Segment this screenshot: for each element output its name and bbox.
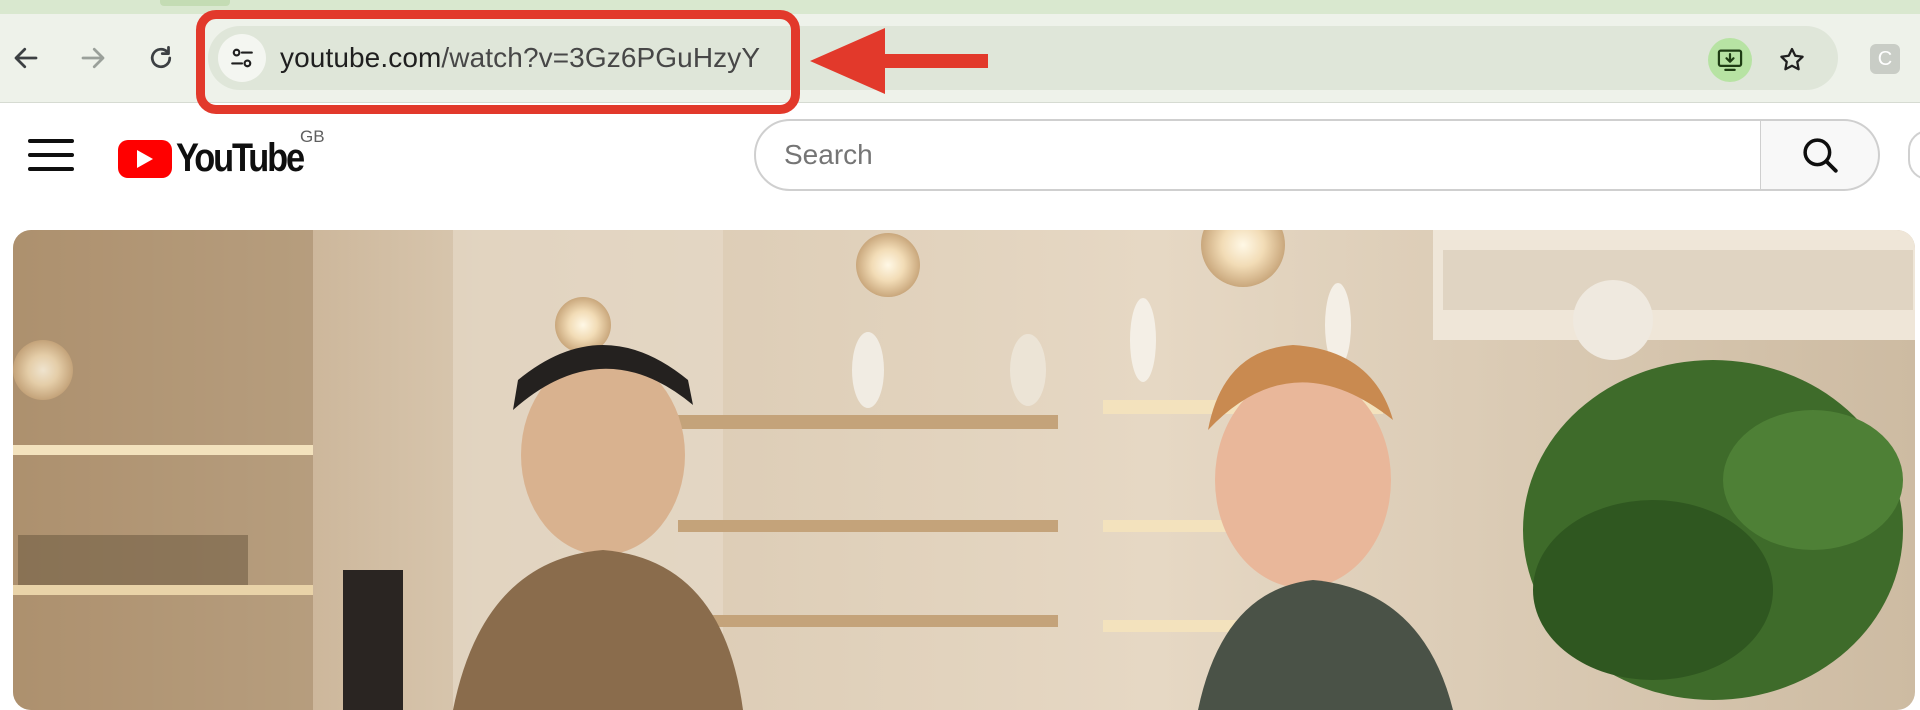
menu-button[interactable] bbox=[28, 135, 74, 175]
extension-button[interactable]: C bbox=[1870, 44, 1900, 74]
youtube-wordmark: YouTube bbox=[176, 136, 305, 180]
video-frame bbox=[13, 230, 1915, 710]
video-player[interactable] bbox=[13, 230, 1915, 710]
install-app-button[interactable] bbox=[1708, 38, 1752, 82]
extension-icon: C bbox=[1877, 48, 1893, 70]
youtube-logo[interactable]: YouTube bbox=[118, 136, 324, 181]
annotation-arrow bbox=[810, 28, 988, 94]
forward-button[interactable] bbox=[71, 36, 115, 80]
annotation-highlight-box bbox=[196, 10, 800, 114]
search-button[interactable] bbox=[1760, 119, 1880, 191]
reload-button[interactable] bbox=[139, 36, 183, 80]
active-tab-edge[interactable] bbox=[160, 0, 230, 6]
search-icon bbox=[1802, 138, 1838, 173]
back-icon bbox=[14, 47, 38, 69]
install-app-icon bbox=[1717, 49, 1743, 72]
bookmark-button[interactable] bbox=[1770, 38, 1814, 82]
reload-icon bbox=[150, 46, 172, 69]
back-button[interactable] bbox=[4, 36, 48, 80]
country-code: GB bbox=[300, 127, 325, 146]
menu-icon bbox=[28, 139, 74, 143]
bookmark-star-icon bbox=[1780, 47, 1804, 71]
search-placeholder: Search bbox=[784, 139, 873, 170]
youtube-play-icon bbox=[118, 139, 172, 178]
search-input[interactable] bbox=[754, 119, 1762, 191]
forward-icon bbox=[81, 47, 105, 69]
